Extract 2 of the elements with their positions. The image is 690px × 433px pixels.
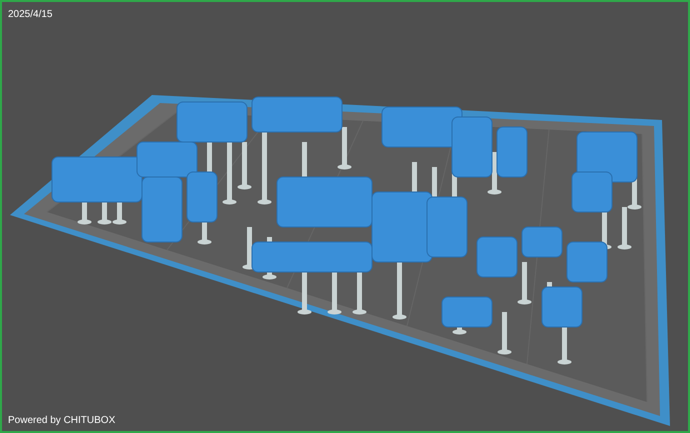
date-label: 2025/4/15 — [8, 9, 52, 20]
footer-text: Powered by CHITUBOX — [8, 415, 116, 426]
